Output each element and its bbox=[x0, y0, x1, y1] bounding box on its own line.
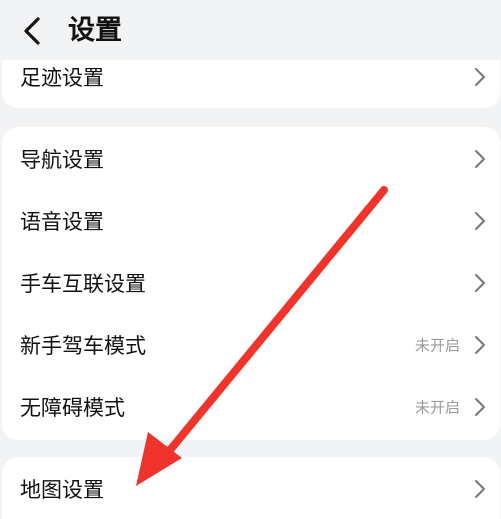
settings-screen: 设置 足迹设置 导航设置 语音设置 手车互联设置 新手驾车模式 未开启 无障碍模… bbox=[0, 0, 501, 519]
settings-item-map[interactable]: 地图设置 bbox=[2, 458, 500, 519]
settings-item-car-connect[interactable]: 手车互联设置 bbox=[2, 252, 500, 314]
settings-group-main: 导航设置 语音设置 手车互联设置 新手驾车模式 未开启 无障碍模式 未开启 bbox=[2, 127, 500, 440]
settings-item-label: 新手驾车模式 bbox=[20, 334, 146, 358]
chevron-right-icon bbox=[475, 68, 485, 86]
settings-item-label: 手车互联设置 bbox=[20, 272, 146, 296]
chevron-right-icon bbox=[475, 212, 485, 230]
chevron-left-icon bbox=[24, 17, 40, 45]
page-title: 设置 bbox=[68, 15, 122, 46]
status-value: 未开启 bbox=[414, 398, 460, 417]
settings-item-label: 语音设置 bbox=[20, 210, 104, 234]
chevron-right-icon bbox=[475, 336, 485, 354]
settings-item-novice-mode[interactable]: 新手驾车模式 未开启 bbox=[2, 314, 500, 376]
status-value: 未开启 bbox=[414, 336, 460, 355]
back-button[interactable] bbox=[14, 12, 50, 50]
chevron-right-icon bbox=[475, 274, 485, 292]
settings-item-label: 足迹设置 bbox=[20, 66, 104, 90]
chevron-right-icon bbox=[475, 150, 485, 168]
settings-item-voice[interactable]: 语音设置 bbox=[2, 190, 500, 252]
settings-item-label: 地图设置 bbox=[20, 478, 104, 502]
settings-item-navigation[interactable]: 导航设置 bbox=[2, 128, 500, 190]
settings-item-accessibility[interactable]: 无障碍模式 未开启 bbox=[2, 376, 500, 438]
settings-item-label: 导航设置 bbox=[20, 148, 104, 172]
settings-item-label: 无障碍模式 bbox=[20, 396, 125, 420]
header-bar: 设置 bbox=[0, 0, 501, 60]
chevron-right-icon bbox=[475, 480, 485, 498]
settings-group-map: 地图设置 bbox=[2, 457, 500, 519]
chevron-right-icon bbox=[475, 398, 485, 416]
